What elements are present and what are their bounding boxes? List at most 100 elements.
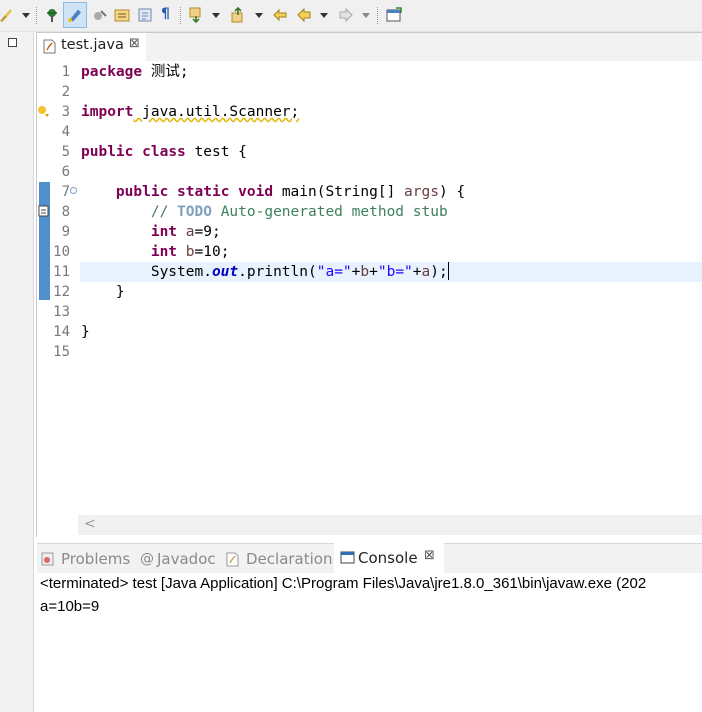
code-line: public static void main(String[] args) { bbox=[81, 182, 465, 202]
line-number: 11 bbox=[53, 264, 70, 280]
tab-console-label: Console bbox=[358, 549, 418, 567]
restore-icon[interactable] bbox=[8, 38, 17, 47]
toggle-icon[interactable] bbox=[114, 7, 130, 23]
todo-tag: TODO bbox=[177, 204, 212, 220]
code-line: package 测试; bbox=[81, 62, 189, 82]
highlight-toggle-button[interactable] bbox=[63, 2, 87, 28]
line-number: 13 bbox=[53, 304, 70, 320]
tab-problems-label: Problems bbox=[61, 550, 131, 568]
keyword: import bbox=[81, 104, 134, 120]
next-annotation-icon[interactable] bbox=[188, 7, 204, 23]
code-text: + bbox=[412, 264, 422, 280]
scroll-left-icon[interactable]: < bbox=[84, 516, 96, 532]
keyword: static bbox=[177, 184, 230, 200]
problems-icon bbox=[41, 552, 54, 566]
pilcrow-icon[interactable]: ¶ bbox=[161, 6, 170, 22]
code-text: .println( bbox=[238, 264, 317, 280]
previous-annotation-icon[interactable] bbox=[230, 7, 246, 23]
static-field: out bbox=[211, 264, 239, 280]
code-text: =9; bbox=[194, 224, 221, 240]
keyword: int bbox=[150, 224, 178, 240]
line-number: 12 bbox=[53, 284, 70, 300]
last-edit-location-icon[interactable] bbox=[272, 7, 288, 23]
code-text: + bbox=[369, 264, 378, 280]
pin-icon[interactable] bbox=[44, 7, 60, 23]
text-cursor bbox=[447, 262, 449, 280]
code-text: 测试; bbox=[142, 64, 189, 80]
code-line: // TODO Auto-generated method stub bbox=[81, 202, 448, 222]
javadoc-icon: @ bbox=[140, 551, 154, 567]
code-line: System.out.println("a="+b+"b="+a); bbox=[81, 262, 449, 282]
open-console-icon[interactable] bbox=[386, 7, 402, 23]
variable: a bbox=[185, 224, 195, 240]
code-line: int a=9; bbox=[81, 222, 221, 242]
format-icon[interactable] bbox=[92, 7, 108, 23]
toolbar-separator bbox=[377, 7, 379, 24]
back-icon[interactable] bbox=[296, 7, 312, 23]
keyword: public bbox=[115, 184, 169, 200]
line-number: 7 bbox=[61, 184, 70, 200]
keyword: public bbox=[81, 144, 134, 160]
line-number: 3 bbox=[61, 104, 70, 120]
left-trim-stack bbox=[0, 32, 34, 712]
code-editor[interactable]: package 测试; import java.util.Scanner; pu… bbox=[78, 62, 702, 515]
code-text: ); bbox=[430, 264, 448, 280]
variable: b bbox=[185, 244, 195, 260]
console-status-line: <terminated> test [Java Application] C:\… bbox=[40, 575, 647, 592]
code-text: ) { bbox=[438, 184, 466, 200]
previous-annotation-dropdown-icon[interactable] bbox=[255, 13, 263, 18]
fold-collapse-icon[interactable] bbox=[70, 187, 77, 194]
tab-console[interactable]: Console ⊠ bbox=[334, 543, 444, 573]
back-dropdown-icon[interactable] bbox=[320, 13, 328, 18]
tab-declaration-label: Declaration bbox=[246, 550, 333, 568]
line-number: 1 bbox=[61, 64, 70, 80]
keyword: class bbox=[142, 144, 186, 160]
parameter: args bbox=[404, 184, 439, 200]
toolbar-separator bbox=[36, 7, 38, 24]
left-strip-border bbox=[33, 32, 34, 712]
code-text: } bbox=[115, 284, 125, 300]
line-number: 15 bbox=[53, 344, 70, 360]
close-icon[interactable]: ⊠ bbox=[424, 548, 435, 563]
line-number: 2 bbox=[61, 84, 70, 100]
code-line: public class test { bbox=[81, 142, 247, 162]
code-text: System. bbox=[150, 264, 212, 280]
code-text: =10; bbox=[194, 244, 230, 260]
main-toolbar: ¶ bbox=[0, 0, 702, 32]
forward-dropdown-icon[interactable] bbox=[362, 13, 370, 18]
comment: Auto-generated method stub bbox=[211, 204, 448, 220]
line-number: 4 bbox=[61, 124, 70, 140]
keyword: int bbox=[150, 244, 178, 260]
tab-javadoc-label: Javadoc bbox=[157, 550, 216, 568]
code-line: } bbox=[81, 282, 125, 302]
code-line: import java.util.Scanner; bbox=[81, 102, 299, 122]
line-number: 5 bbox=[61, 144, 70, 160]
brush-icon[interactable] bbox=[0, 7, 14, 23]
java-file-icon bbox=[43, 39, 56, 54]
brush-dropdown-icon[interactable] bbox=[22, 13, 30, 18]
unused-import-text: java.util.Scanner; bbox=[133, 104, 300, 120]
highlight-pen-icon bbox=[67, 9, 81, 23]
show-whitespace-icon[interactable] bbox=[137, 7, 153, 23]
code-text: main(String[] bbox=[273, 184, 405, 200]
line-number: 10 bbox=[53, 244, 70, 260]
string-literal: "b=" bbox=[377, 264, 413, 280]
horizontal-scrollbar[interactable]: < bbox=[78, 515, 702, 535]
code-line: } bbox=[81, 322, 90, 342]
comment: // bbox=[150, 204, 178, 220]
editor-tab-test-java[interactable]: test.java ⊠ bbox=[37, 33, 146, 62]
line-number: 14 bbox=[53, 324, 70, 340]
declaration-icon bbox=[226, 552, 239, 567]
forward-icon[interactable] bbox=[338, 7, 354, 23]
line-number-gutter: 1 2 3 4 5 6 7 8 9 10 11 12 13 14 15 bbox=[50, 62, 78, 515]
console-icon bbox=[340, 551, 355, 564]
console-output: a=10b=9 bbox=[40, 598, 100, 615]
editor-tab-label: test.java bbox=[61, 37, 124, 53]
close-icon[interactable]: ⊠ bbox=[129, 36, 140, 51]
next-annotation-dropdown-icon[interactable] bbox=[212, 13, 220, 18]
tab-javadoc[interactable]: @ Javadoc bbox=[140, 550, 220, 570]
string-literal: "a=" bbox=[316, 264, 352, 280]
code-text: } bbox=[81, 324, 90, 340]
variable: a bbox=[421, 264, 431, 280]
line-number: 8 bbox=[61, 204, 70, 220]
